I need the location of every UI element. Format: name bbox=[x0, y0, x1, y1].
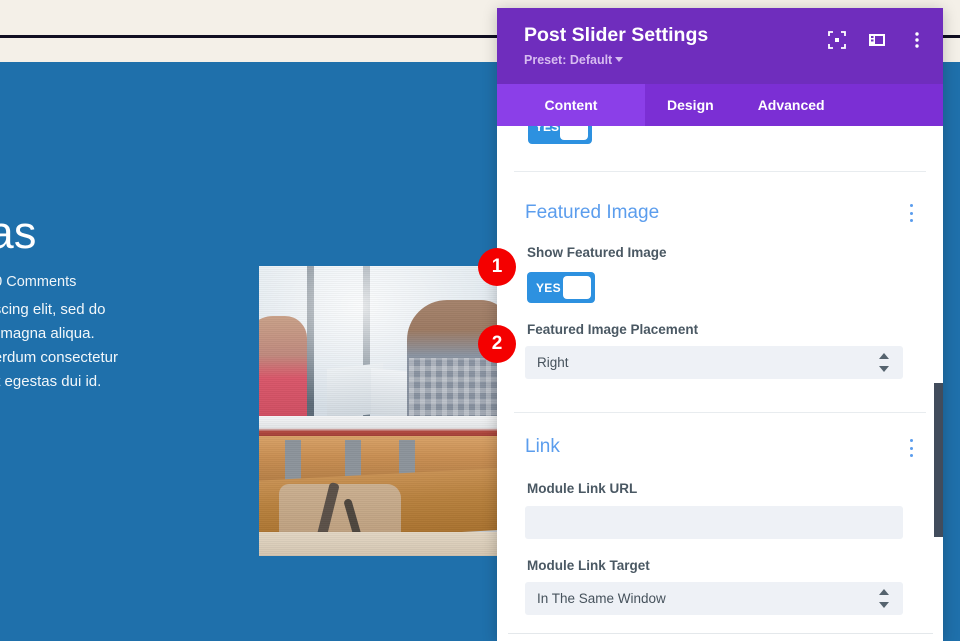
preset-label: Preset: Default bbox=[524, 53, 612, 67]
panel-header-actions bbox=[827, 30, 927, 50]
toggle-show-featured-image[interactable]: YES bbox=[527, 272, 595, 303]
section-divider bbox=[514, 171, 926, 172]
panel-header: Post Slider Settings Preset: Default bbox=[497, 8, 943, 84]
panel-scroll-area: YES Featured Image Show Featured Image Y… bbox=[497, 126, 943, 641]
select-value: Right bbox=[537, 355, 569, 370]
more-vertical-icon[interactable] bbox=[907, 30, 927, 50]
toggle-value-label: YES bbox=[536, 281, 561, 295]
input-module-link-url[interactable] bbox=[525, 506, 903, 539]
step-badge-2: 2 bbox=[478, 325, 516, 363]
toggle-knob bbox=[563, 276, 591, 299]
section-heading-featured-image: Featured Image bbox=[525, 202, 659, 224]
previous-section-toggle-label: YES bbox=[535, 126, 559, 134]
chevron-down-icon bbox=[615, 57, 623, 62]
slide-body-line: utpat est velit egestas dui id. bbox=[0, 370, 232, 394]
featured-image-photo bbox=[259, 266, 511, 556]
post-slider-settings-panel: Post Slider Settings Preset: Default bbox=[497, 8, 943, 641]
preset-selector[interactable]: Preset: Default bbox=[524, 53, 623, 67]
panel-scrollbar-track[interactable] bbox=[934, 118, 943, 641]
select-featured-image-placement[interactable]: Right bbox=[525, 346, 903, 379]
select-value: In The Same Window bbox=[537, 591, 666, 606]
slide-title: estas bbox=[0, 207, 37, 259]
label-module-link-target: Module Link Target bbox=[527, 558, 650, 573]
label-module-link-url: Module Link URL bbox=[527, 481, 637, 496]
select-arrows-icon bbox=[879, 353, 889, 372]
panel-tabs: Content Design Advanced bbox=[497, 84, 943, 126]
panel-title: Post Slider Settings bbox=[524, 24, 708, 47]
slide-meta: eering, | 0 Comments bbox=[0, 274, 76, 290]
section-divider bbox=[514, 412, 926, 413]
section-options-icon-link[interactable] bbox=[903, 439, 919, 457]
section-options-icon-featured-image[interactable] bbox=[903, 204, 919, 222]
panel-bottom-divider bbox=[508, 633, 933, 634]
slide-body-line: ore et dolore magna aliqua. bbox=[0, 322, 232, 346]
label-show-featured-image: Show Featured Image bbox=[527, 245, 667, 260]
previous-section-toggle[interactable]: YES bbox=[528, 126, 592, 144]
step-badge-1: 1 bbox=[478, 248, 516, 286]
panel-scrollbar-thumb[interactable] bbox=[934, 383, 943, 537]
tab-advanced[interactable]: Advanced bbox=[736, 84, 847, 126]
slide-body-line: ectetur adipiscing elit, sed do bbox=[0, 298, 232, 322]
select-module-link-target[interactable]: In The Same Window bbox=[525, 582, 903, 615]
section-heading-link: Link bbox=[525, 436, 560, 458]
slide-body: ectetur adipiscing elit, sed do ore et d… bbox=[0, 298, 232, 394]
label-featured-image-placement: Featured Image Placement bbox=[527, 322, 698, 337]
slide-body-line: a aliquet. Interdum consectetur bbox=[0, 346, 232, 370]
layout-panel-icon[interactable] bbox=[867, 30, 887, 50]
previous-section-toggle-knob bbox=[560, 126, 588, 140]
focus-frame-icon[interactable] bbox=[827, 30, 847, 50]
tab-content[interactable]: Content bbox=[497, 84, 645, 126]
select-arrows-icon bbox=[879, 589, 889, 608]
tab-design[interactable]: Design bbox=[645, 84, 736, 126]
